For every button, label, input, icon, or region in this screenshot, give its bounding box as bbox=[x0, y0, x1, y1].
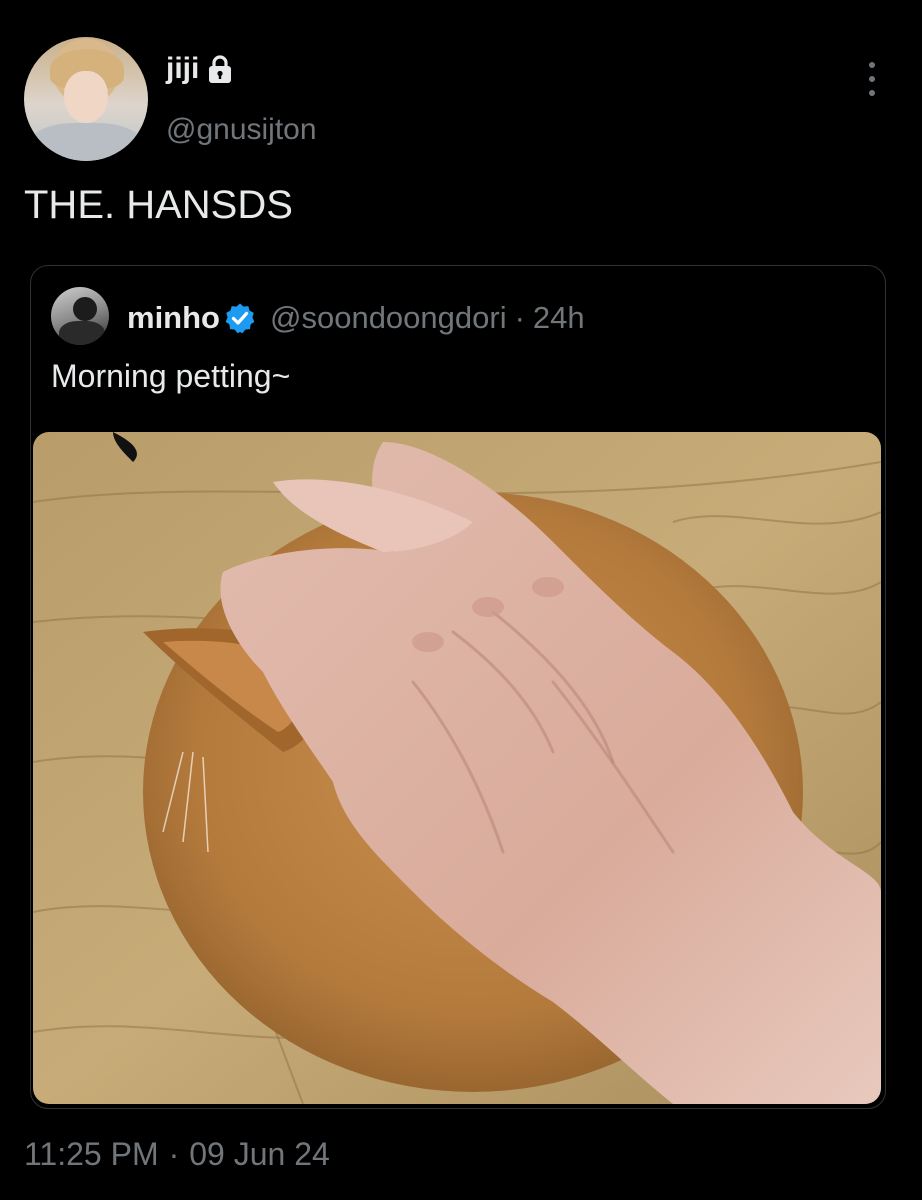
author-handle[interactable]: @gnusijton bbox=[166, 113, 317, 147]
quoted-separator: · bbox=[514, 300, 525, 335]
tweet-time: 11:25 PM bbox=[24, 1136, 159, 1172]
verified-badge-icon bbox=[225, 303, 255, 334]
author-name-row[interactable]: jiji bbox=[166, 52, 233, 86]
lock-icon bbox=[209, 55, 232, 83]
quoted-author-handle[interactable]: @soondoongdori bbox=[270, 300, 507, 336]
avatar-head bbox=[73, 297, 97, 321]
quoted-author-avatar[interactable] bbox=[51, 287, 109, 345]
tweet-timestamp[interactable]: 11:25 PM · 09 Jun 24 bbox=[24, 1136, 330, 1173]
quoted-time[interactable]: 24h bbox=[533, 300, 585, 336]
quoted-tweet-card[interactable]: minho @soondoongdori · 24h Morning petti… bbox=[30, 265, 886, 1109]
photo-illustration bbox=[33, 432, 881, 1104]
more-dot bbox=[869, 90, 875, 96]
more-dot bbox=[869, 62, 875, 68]
avatar-hood bbox=[30, 123, 142, 161]
quoted-tweet-photo[interactable] bbox=[33, 432, 881, 1104]
tweet-date: 09 Jun 24 bbox=[189, 1136, 330, 1172]
tweet-author-avatar[interactable] bbox=[24, 37, 148, 161]
quoted-author-name[interactable]: minho bbox=[127, 300, 220, 336]
author-display-name[interactable]: jiji bbox=[166, 52, 199, 86]
more-dot bbox=[869, 76, 875, 82]
quoted-tweet-text: Morning petting~ bbox=[51, 358, 291, 394]
avatar-body bbox=[59, 321, 105, 345]
more-vertical-icon[interactable] bbox=[862, 62, 882, 96]
quoted-author-row: minho @soondoongdori · 24h bbox=[127, 300, 585, 336]
tweet-text: THE. HANSDS bbox=[24, 183, 293, 227]
avatar-face bbox=[64, 71, 108, 123]
timestamp-separator: · bbox=[168, 1136, 180, 1172]
